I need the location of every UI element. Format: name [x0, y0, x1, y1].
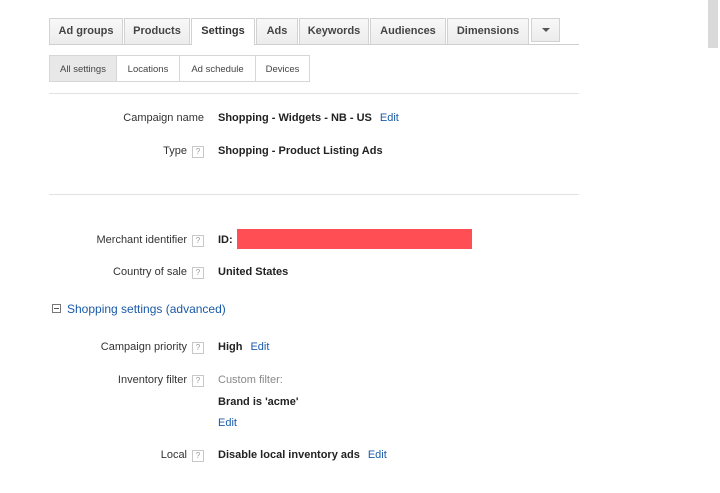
campaign-name-value: Shopping - Widgets - NB - US Edit — [218, 112, 399, 124]
campaign-name-text: Shopping - Widgets - NB - US — [218, 112, 372, 124]
help-icon[interactable]: ? — [192, 235, 204, 247]
inventory-filter-value: Brand is 'acme' — [218, 396, 299, 408]
section-divider — [49, 93, 579, 94]
shopping-settings-toggle[interactable]: Shopping settings (advanced) — [67, 302, 226, 316]
local-label: Local — [160, 449, 187, 461]
tab-dimensions[interactable]: Dimensions — [447, 18, 529, 44]
subtab-all-settings[interactable]: All settings — [49, 55, 117, 82]
section-divider — [49, 194, 579, 195]
tab-settings[interactable]: Settings — [191, 18, 255, 45]
type-label: Type — [163, 145, 187, 157]
help-icon[interactable]: ? — [192, 375, 204, 387]
help-icon[interactable]: ? — [192, 267, 204, 279]
tabs-divider — [49, 44, 579, 45]
campaign-priority-text: High — [218, 341, 243, 353]
campaign-priority-label: Campaign priority — [100, 341, 187, 353]
tab-audiences[interactable]: Audiences — [370, 18, 446, 44]
subtab-devices[interactable]: Devices — [255, 55, 310, 82]
help-icon[interactable]: ? — [192, 342, 204, 354]
local-value: Disable local inventory ads Edit — [218, 449, 387, 461]
campaign-priority-value: High Edit — [218, 341, 269, 353]
local-inventory-text: Disable local inventory ads — [218, 449, 360, 461]
country-of-sale-value: United States — [218, 266, 289, 278]
edit-inventory-filter-link[interactable]: Edit — [218, 417, 237, 429]
chevron-down-icon — [541, 28, 550, 33]
edit-local-link[interactable]: Edit — [368, 449, 387, 461]
collapse-icon[interactable] — [52, 304, 61, 313]
merchant-identifier-label: Merchant identifier — [96, 234, 188, 246]
help-icon[interactable]: ? — [192, 450, 204, 462]
help-icon[interactable]: ? — [192, 146, 204, 158]
redacted-merchant-id — [237, 229, 472, 249]
type-value: Shopping - Product Listing Ads — [218, 145, 383, 157]
edit-priority-link[interactable]: Edit — [250, 341, 269, 353]
scrollbar-thumb[interactable] — [708, 0, 718, 48]
tab-keywords[interactable]: Keywords — [299, 18, 369, 44]
merchant-id-prefix: ID: — [218, 234, 233, 246]
subtab-locations[interactable]: Locations — [116, 55, 180, 82]
campaign-name-label: Campaign name — [123, 112, 204, 124]
inventory-filter-caption: Custom filter: — [218, 374, 283, 386]
inventory-filter-label: Inventory filter — [117, 374, 187, 386]
tab-ad-groups[interactable]: Ad groups — [49, 18, 123, 44]
edit-campaign-name-link[interactable]: Edit — [380, 112, 399, 124]
more-tabs-button[interactable] — [531, 18, 560, 42]
tab-products[interactable]: Products — [124, 18, 190, 44]
subtab-ad-schedule[interactable]: Ad schedule — [179, 55, 256, 82]
country-of-sale-label: Country of sale — [113, 266, 187, 278]
tab-ads[interactable]: Ads — [256, 18, 298, 44]
